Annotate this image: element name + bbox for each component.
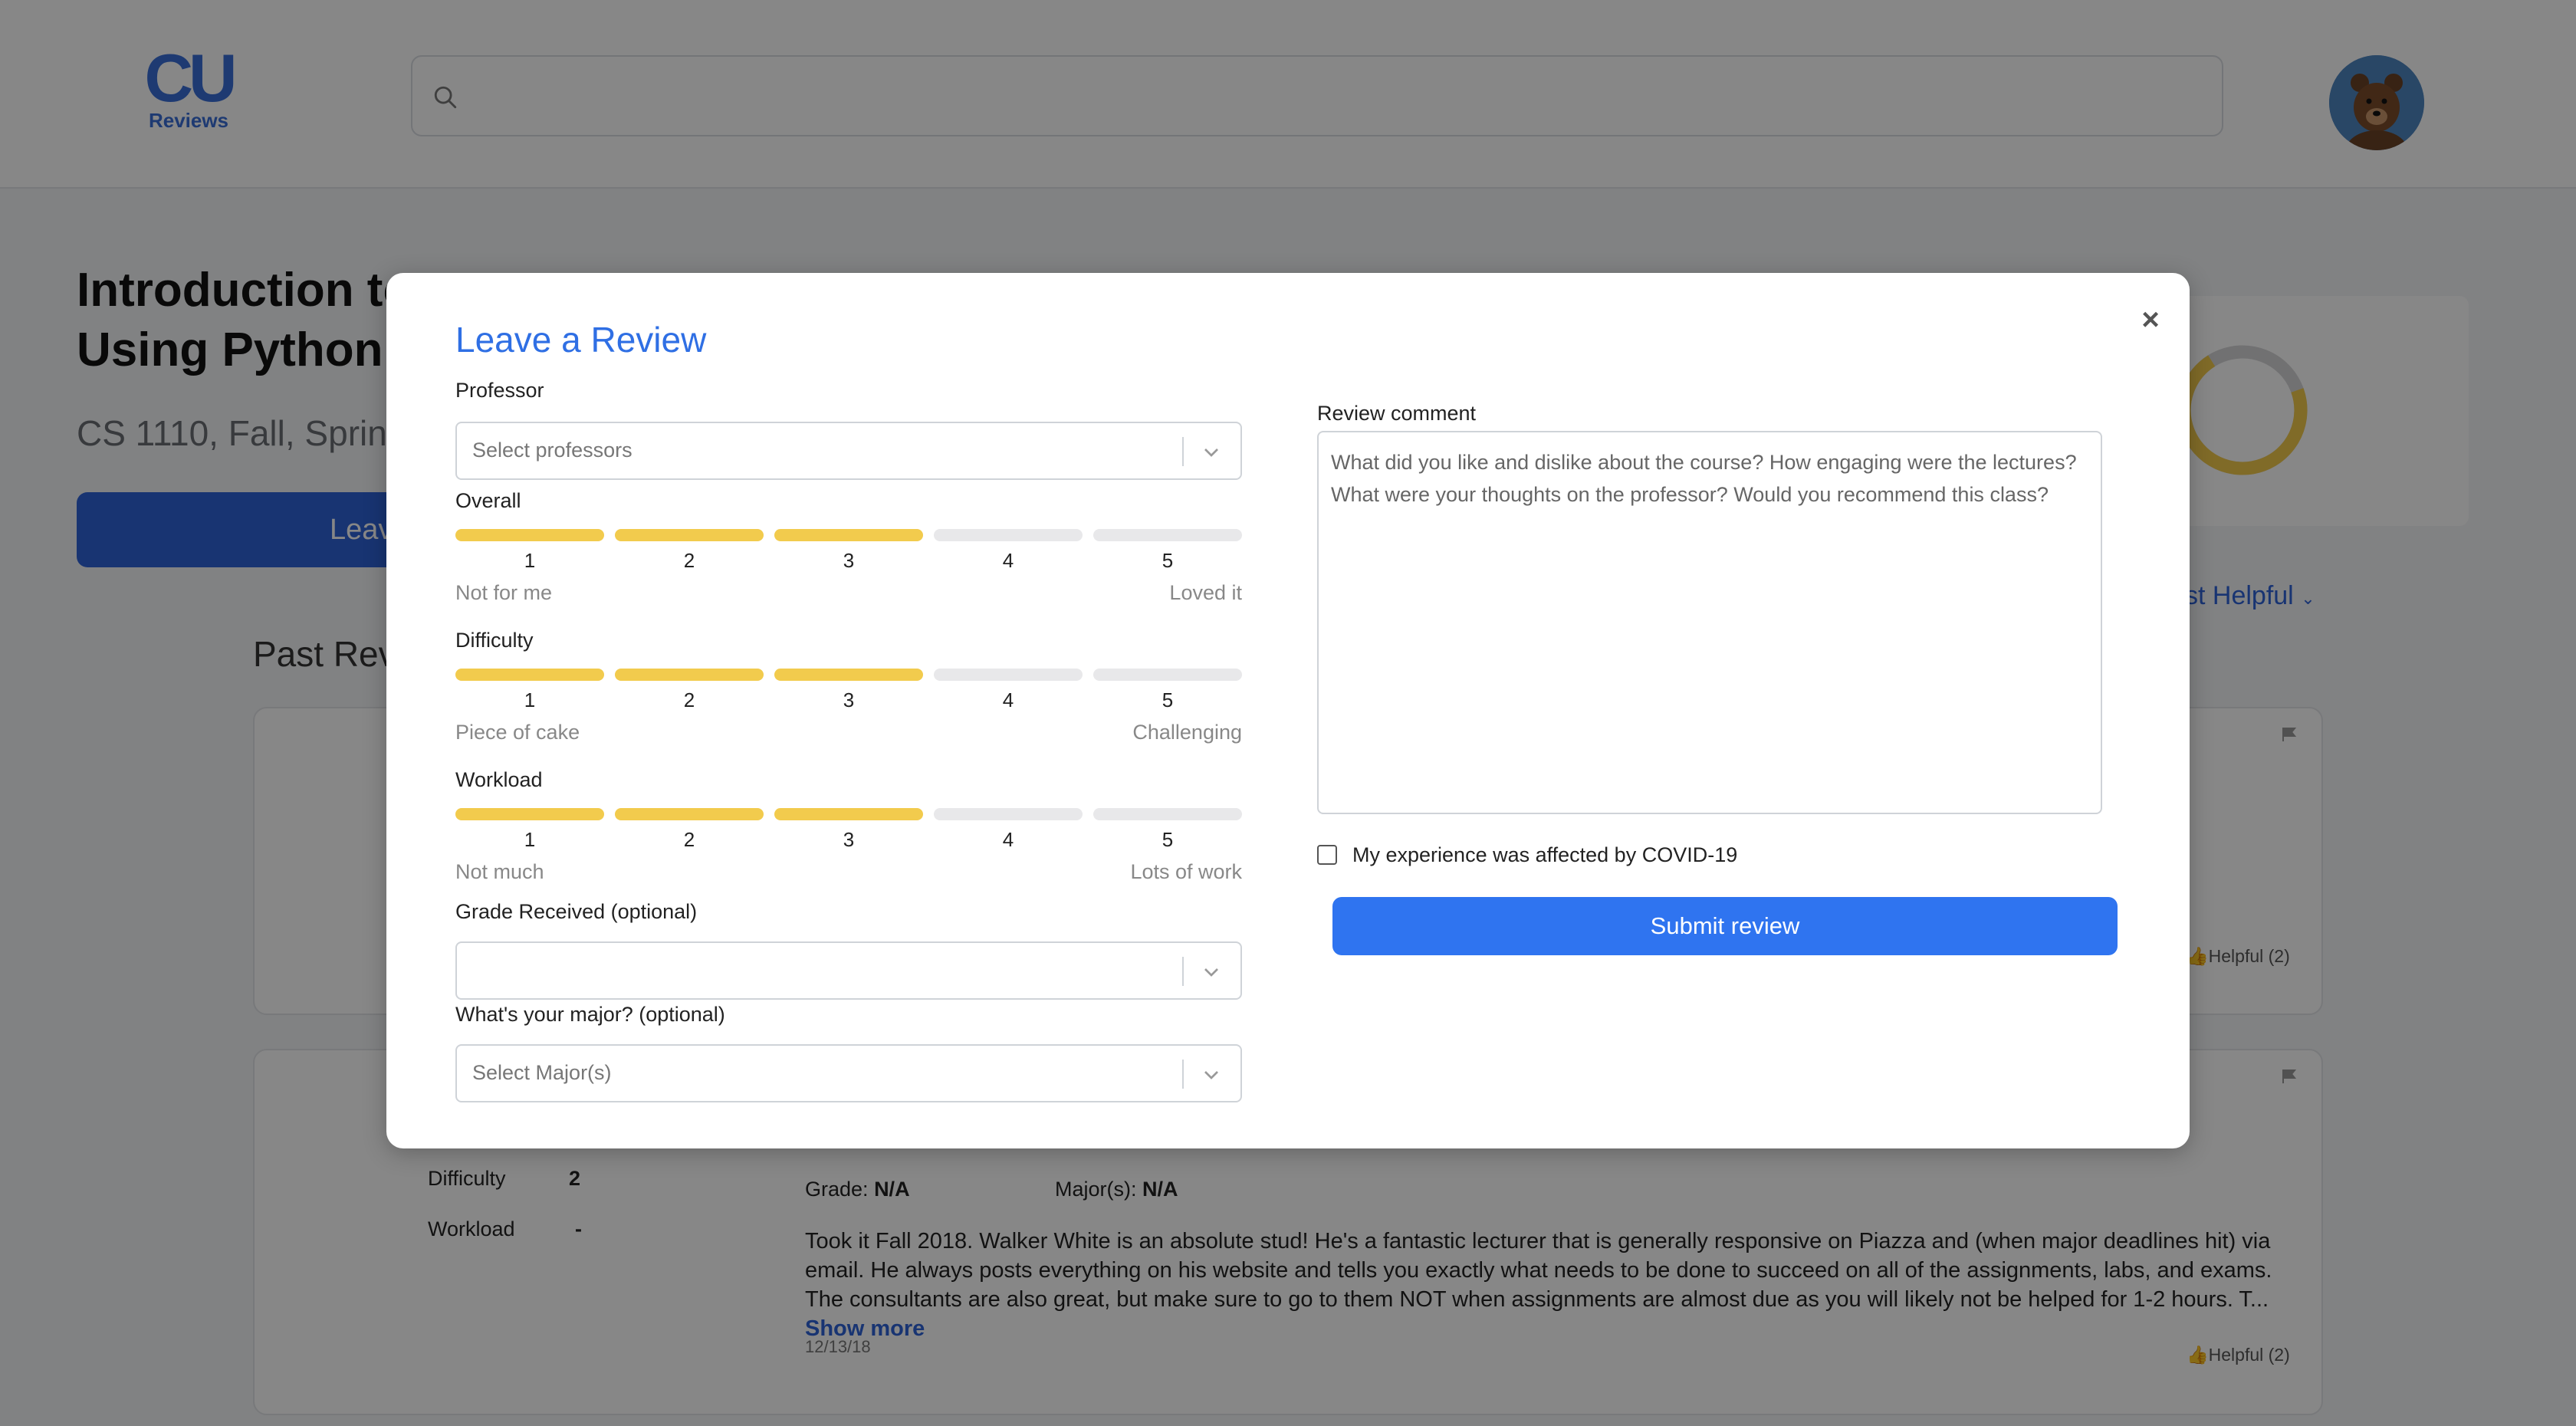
rating-number: 4: [1002, 549, 1014, 572]
select-divider: [1182, 1060, 1184, 1089]
rating-segment[interactable]: [1093, 808, 1242, 820]
chevron-down-icon: [1204, 968, 1218, 977]
rating-number: 2: [683, 688, 695, 711]
rating-segment[interactable]: [774, 808, 923, 820]
rating-number: 5: [1162, 688, 1174, 711]
rating-segment[interactable]: [455, 808, 604, 820]
workload-high-label: Lots of work: [1130, 860, 1242, 883]
rating-number: 4: [1002, 828, 1014, 851]
rating-segment[interactable]: [774, 529, 923, 541]
rating-number: 3: [843, 549, 855, 572]
workload-label: Workload: [455, 768, 543, 791]
professor-placeholder: Select professors: [472, 439, 632, 462]
workload-low-label: Not much: [455, 860, 544, 883]
select-divider: [1182, 437, 1184, 466]
major-label: What's your major? (optional): [455, 1003, 725, 1026]
modal-title: Leave a Review: [455, 320, 707, 360]
rating-number: 3: [843, 688, 855, 711]
grade-select[interactable]: [455, 941, 1242, 1000]
rating-number: 3: [843, 828, 855, 851]
rating-number: 2: [683, 549, 695, 572]
rating-segment[interactable]: [934, 808, 1083, 820]
rating-segment[interactable]: [615, 808, 764, 820]
difficulty-rating: Piece of cake Challenging 1 2 3 4 5: [455, 669, 1242, 761]
professor-select[interactable]: Select professors: [455, 422, 1242, 480]
overall-label: Overall: [455, 489, 521, 512]
major-placeholder: Select Major(s): [472, 1061, 612, 1084]
rating-segment[interactable]: [615, 529, 764, 541]
rating-number: 2: [683, 828, 695, 851]
rating-number: 4: [1002, 688, 1014, 711]
professor-label: Professor: [455, 379, 544, 402]
rating-number: 1: [524, 828, 536, 851]
close-icon[interactable]: ×: [2134, 304, 2167, 336]
difficulty-high-label: Challenging: [1132, 721, 1242, 744]
rating-segment[interactable]: [455, 669, 604, 681]
difficulty-low-label: Piece of cake: [455, 721, 580, 744]
chevron-down-icon: [1204, 449, 1218, 457]
rating-number: 1: [524, 549, 536, 572]
submit-review-button[interactable]: Submit review: [1332, 897, 2118, 955]
major-select[interactable]: Select Major(s): [455, 1044, 1242, 1102]
grade-label: Grade Received (optional): [455, 900, 698, 923]
review-comment-textarea[interactable]: [1317, 431, 2102, 814]
leave-review-modal: × Leave a Review Professor Select profes…: [386, 273, 2190, 1148]
rating-number: 5: [1162, 828, 1174, 851]
select-divider: [1182, 957, 1184, 986]
overall-rating: Not for me Loved it 1 2 3 4 5: [455, 529, 1242, 621]
workload-rating: Not much Lots of work 1 2 3 4 5: [455, 808, 1242, 900]
covid-checkbox-label[interactable]: My experience was affected by COVID-19: [1352, 843, 1737, 867]
overall-high-label: Loved it: [1169, 581, 1242, 604]
rating-number: 1: [524, 688, 536, 711]
rating-segment[interactable]: [934, 529, 1083, 541]
overall-low-label: Not for me: [455, 581, 553, 604]
rating-number: 5: [1162, 549, 1174, 572]
covid-checkbox[interactable]: [1317, 845, 1337, 865]
rating-segment[interactable]: [1093, 529, 1242, 541]
rating-segment[interactable]: [774, 669, 923, 681]
rating-segment[interactable]: [615, 669, 764, 681]
difficulty-label: Difficulty: [455, 629, 534, 652]
review-comment-label: Review comment: [1317, 402, 1477, 425]
rating-segment[interactable]: [1093, 669, 1242, 681]
rating-segment[interactable]: [455, 529, 604, 541]
chevron-down-icon: [1204, 1071, 1218, 1079]
rating-segment[interactable]: [934, 669, 1083, 681]
